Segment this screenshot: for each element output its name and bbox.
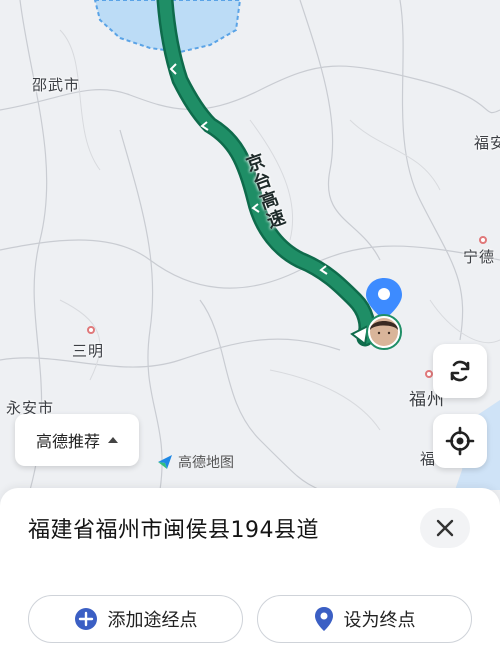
city-dot-ningde [479,236,487,244]
place-sanming: 三明 [72,342,105,360]
brand-logo-icon [158,455,172,469]
address-title: 福建省福州市闽侯县194县道 [28,518,319,543]
place-shaowu: 邵武市 [32,76,81,94]
brand-name: 高德地图 [178,455,234,471]
locate-icon [445,426,475,456]
location-pin-icon [314,607,333,631]
place-ningde: 宁德 [463,248,496,266]
route-preference-button[interactable]: 高德推荐 [15,414,139,466]
route-preference-label: 高德推荐 [35,432,100,451]
refresh-icon [450,360,470,382]
set-destination-label: 设为终点 [343,610,416,631]
close-button[interactable] [420,508,470,548]
location-sheet: 福建省福州市闽侯县194县道 添加途经点 设为终点 [0,488,500,667]
locate-button[interactable] [433,414,487,468]
add-waypoint-label: 添加途经点 [107,610,198,631]
place-edge-top: 福安 [474,134,500,152]
city-dot-sanming [87,326,95,334]
plus-circle-icon [74,608,97,630]
add-waypoint-button[interactable]: 添加途经点 [28,595,243,643]
city-dot-fuzhou [425,370,433,378]
refresh-button[interactable] [433,344,487,398]
set-destination-button[interactable]: 设为终点 [257,595,472,643]
close-icon [436,519,454,537]
highway-label: 京台高速 [240,150,289,233]
caret-up-icon [108,437,118,443]
brand-watermark: 高德地图 [156,452,234,472]
